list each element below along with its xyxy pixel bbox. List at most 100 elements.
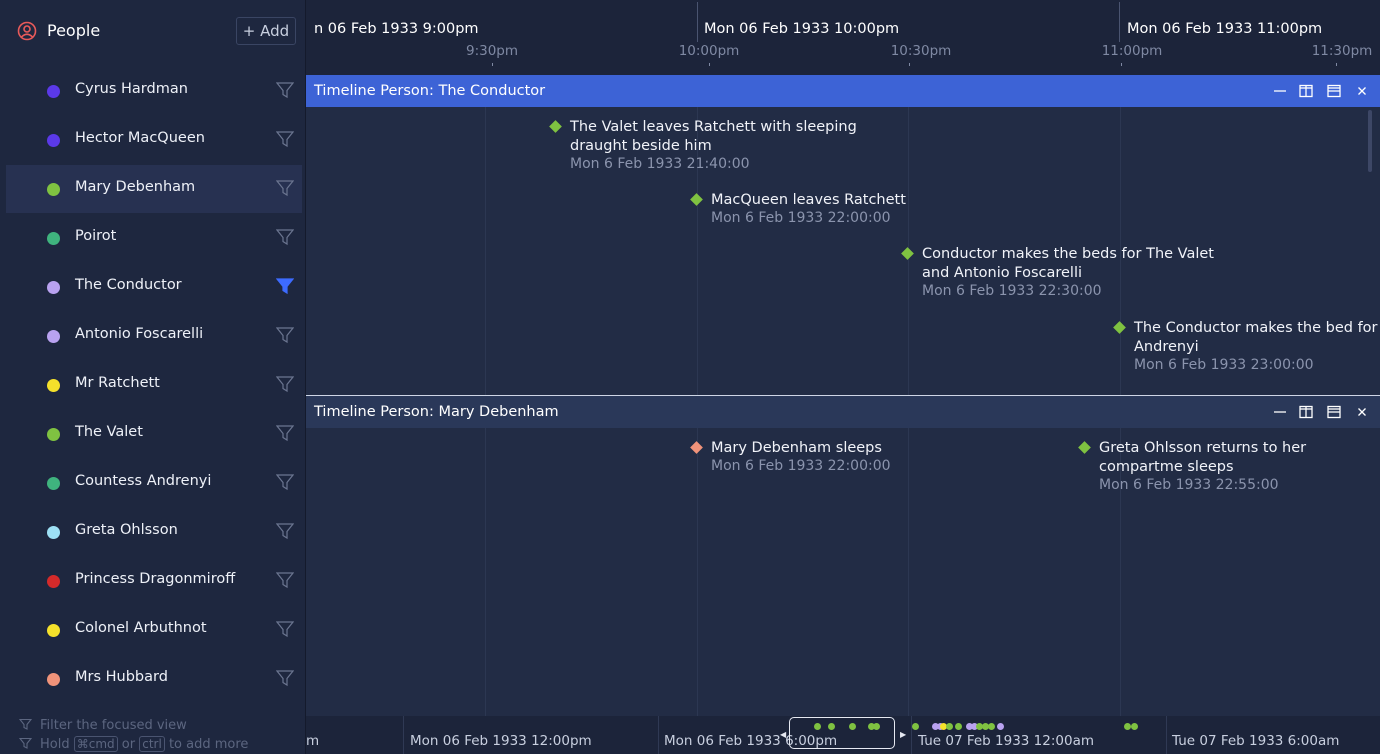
filter-hint-text: Filter the focused view [40, 718, 187, 733]
add-person-button[interactable]: + Add [236, 17, 296, 45]
minimize-icon[interactable] [1273, 405, 1287, 419]
split-horizontal-icon[interactable] [1327, 405, 1341, 419]
person-item-the-valet[interactable]: The Valet [6, 410, 302, 458]
person-item-countess-andrenyi[interactable]: Countess Andrenyi [6, 459, 302, 507]
event-time: Mon 6 Feb 1933 22:30:00 [922, 283, 1102, 299]
panel-header[interactable]: Timeline Person: The Conductor [306, 75, 1380, 107]
minor-time-label: 11:00pm [1101, 43, 1163, 59]
hint-suffix: to add more [168, 737, 249, 752]
person-item-poirot[interactable]: Poirot [6, 214, 302, 262]
event-time: Mon 6 Feb 1933 22:00:00 [711, 210, 891, 226]
minor-time-label: 10:30pm [890, 43, 952, 59]
filter-icon[interactable] [276, 179, 294, 197]
multi-select-hint: Hold ⌘cmd or ctrl to add more [40, 736, 249, 752]
overview-separator [1166, 716, 1167, 754]
person-color-dot [47, 477, 60, 490]
filter-icon[interactable] [276, 228, 294, 246]
filter-icon[interactable] [276, 130, 294, 148]
minor-time-label: 11:30pm [1311, 43, 1373, 59]
event-title: MacQueen leaves Ratchett [711, 192, 906, 208]
overview-separator [658, 716, 659, 754]
person-name: Mr Ratchett [75, 375, 160, 391]
filter-icon[interactable] [276, 424, 294, 442]
minimize-icon[interactable] [1273, 84, 1287, 98]
split-horizontal-icon[interactable] [1327, 84, 1341, 98]
overview-event-dot [946, 723, 953, 730]
minor-time-label: 9:30pm [465, 43, 519, 59]
person-name: Colonel Arbuthnot [75, 620, 207, 636]
panel-scrollbar[interactable] [1368, 110, 1372, 172]
person-name: The Valet [75, 424, 143, 440]
event-title: Mary Debenham sleeps [711, 440, 882, 456]
time-ruler[interactable]: n 06 Feb 1933 9:00pm Mon 06 Feb 1933 10:… [306, 0, 1380, 75]
ctrl-key: ctrl [139, 736, 165, 752]
person-item-mrs-hubbard[interactable]: Mrs Hubbard [6, 655, 302, 703]
person-item-hector-macqueen[interactable]: Hector MacQueen [6, 116, 302, 164]
person-name: Poirot [75, 228, 117, 244]
filter-icon[interactable] [276, 375, 294, 393]
filter-icon[interactable] [276, 620, 294, 638]
split-vertical-icon[interactable] [1299, 84, 1313, 98]
major-time-label: Mon 06 Feb 1933 10:00pm [704, 21, 900, 37]
event-marker [549, 120, 562, 133]
event-time: Mon 6 Feb 1933 22:55:00 [1099, 477, 1279, 493]
person-color-dot [47, 85, 60, 98]
filter-icon[interactable] [276, 571, 294, 589]
person-item-princess-dragonmiroff[interactable]: Princess Dragonmiroff [6, 557, 302, 605]
person-name: Cyrus Hardman [75, 81, 188, 97]
major-time-label: Mon 06 Feb 1933 11:00pm [1127, 21, 1323, 37]
panel-header[interactable]: Timeline Person: Mary Debenham [306, 396, 1380, 428]
hint-hold: Hold [40, 737, 70, 752]
filter-active-icon[interactable] [276, 277, 294, 295]
person-color-dot [47, 232, 60, 245]
timeline-area[interactable]: Timeline Person: The Conductor The Valet… [306, 75, 1380, 716]
filter-icon[interactable] [276, 326, 294, 344]
event-title: The Valet leaves Ratchett with sleeping … [570, 119, 857, 154]
person-item-colonel-arbuthnot[interactable]: Colonel Arbuthnot [6, 606, 302, 654]
overview-navigator[interactable]: m Mon 06 Feb 1933 12:00pm Mon 06 Feb 193… [306, 716, 1380, 754]
cmd-key: ⌘cmd [73, 736, 118, 752]
hint-or: or [121, 737, 136, 752]
person-name: The Conductor [75, 277, 182, 293]
person-item-cyrus-hardman[interactable]: Cyrus Hardman [6, 67, 302, 115]
panel-title: Timeline Person: Mary Debenham [314, 404, 559, 420]
filter-icon[interactable] [276, 81, 294, 99]
pan-left-arrow-icon[interactable]: ◀ [780, 730, 786, 739]
pan-right-arrow-icon[interactable]: ▶ [900, 730, 906, 739]
overview-separator [911, 716, 912, 754]
minor-tick [909, 63, 910, 66]
filter-icon[interactable] [276, 669, 294, 687]
person-name: Antonio Foscarelli [75, 326, 204, 342]
close-icon[interactable] [1355, 84, 1369, 98]
event-marker [690, 193, 703, 206]
major-time-label: n 06 Feb 1933 9:00pm [314, 21, 479, 37]
filter-icon[interactable] [276, 473, 294, 491]
major-tick [1119, 2, 1120, 42]
event-time: Mon 6 Feb 1933 21:40:00 [570, 156, 750, 172]
event-title: Greta Ohlsson returns to her compartme s… [1099, 440, 1307, 475]
person-color-dot [47, 379, 60, 392]
person-color-dot [47, 624, 60, 637]
person-color-dot [47, 134, 60, 147]
overview-view-window[interactable] [789, 717, 895, 749]
split-vertical-icon[interactable] [1299, 405, 1313, 419]
event-marker [1078, 441, 1091, 454]
person-item-mary-debenham[interactable]: Mary Debenham [6, 165, 302, 213]
person-item-greta-ohlsson[interactable]: Greta Ohlsson [6, 508, 302, 556]
overview-event-dot [912, 723, 919, 730]
person-color-dot [47, 575, 60, 588]
people-sidebar: People + Add Cyrus Hardman Hector MacQue… [0, 0, 306, 754]
person-color-dot [47, 526, 60, 539]
filter-hint-icon [19, 718, 32, 730]
overview-event-dot [955, 723, 962, 730]
event-time: Mon 6 Feb 1933 22:00:00 [711, 458, 891, 474]
major-tick [697, 2, 698, 42]
person-item-mr-ratchett[interactable]: Mr Ratchett [6, 361, 302, 409]
person-item-the-conductor[interactable]: The Conductor [6, 263, 302, 311]
close-icon[interactable] [1355, 405, 1369, 419]
filter-icon[interactable] [276, 522, 294, 540]
filter-hint-icon [19, 737, 32, 749]
person-item-antonio-foscarelli[interactable]: Antonio Foscarelli [6, 312, 302, 360]
person-color-dot [47, 281, 60, 294]
person-name: Hector MacQueen [75, 130, 205, 146]
